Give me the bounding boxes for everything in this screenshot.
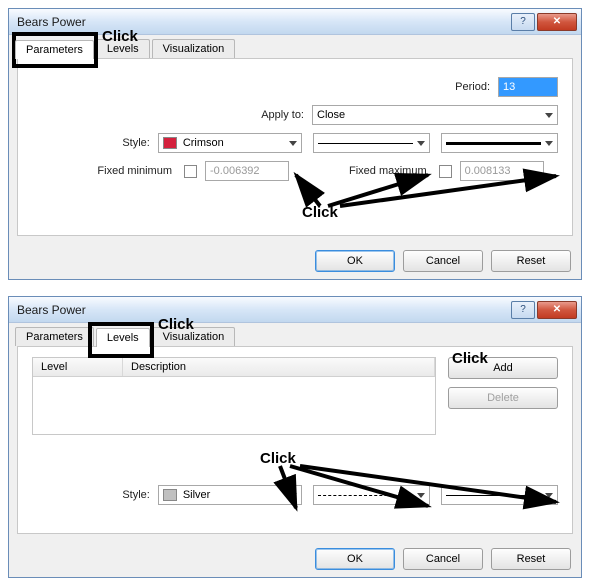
style-weight-combo[interactable] <box>441 485 558 505</box>
fixmin-checkbox[interactable] <box>184 165 197 178</box>
style-color-combo[interactable]: Crimson <box>158 133 302 153</box>
button-row: OK Cancel Reset <box>9 244 581 282</box>
close-button[interactable]: ✕ <box>537 301 577 319</box>
help-button[interactable]: ? <box>511 301 535 319</box>
tab-parameters[interactable]: Parameters <box>15 327 94 346</box>
applyto-label: Apply to: <box>102 109 312 121</box>
style-label: Style: <box>32 137 158 149</box>
crimson-swatch <box>163 137 177 149</box>
col-description[interactable]: Description <box>123 358 435 376</box>
style-color-combo[interactable]: Silver <box>158 485 302 505</box>
dialog-levels: Bears Power ? ✕ Parameters Levels Visual… <box>8 296 582 578</box>
fixmin-label: Fixed minimum <box>32 165 180 177</box>
fixmax-checkbox[interactable] <box>439 165 452 178</box>
style-color-value: Silver <box>183 489 211 501</box>
style-color-value: Crimson <box>183 137 224 149</box>
style-line-combo[interactable] <box>313 485 430 505</box>
tab-visualization[interactable]: Visualization <box>152 327 236 346</box>
button-row: OK Cancel Reset <box>9 542 581 580</box>
line-thin-icon <box>446 495 541 496</box>
line-dash-icon <box>318 495 413 496</box>
window-title: Bears Power <box>17 303 509 317</box>
titlebar[interactable]: Bears Power ? ✕ <box>9 297 581 323</box>
panel-levels: Level Description Add Delete Style: Silv… <box>17 346 573 534</box>
style-weight-combo[interactable] <box>441 133 558 153</box>
dialog-parameters: Bears Power ? ✕ Parameters Levels Visual… <box>8 8 582 280</box>
tab-row: Parameters Levels Visualization <box>9 35 581 58</box>
applyto-combo[interactable]: Close <box>312 105 558 125</box>
period-label: Period: <box>455 81 498 93</box>
close-button[interactable]: ✕ <box>537 13 577 31</box>
reset-button[interactable]: Reset <box>491 250 571 272</box>
cancel-button[interactable]: Cancel <box>403 250 483 272</box>
tab-parameters[interactable]: Parameters <box>15 40 94 59</box>
line-thin-icon <box>318 143 413 144</box>
fixmax-input[interactable]: 0.008133 <box>460 161 544 181</box>
tab-visualization[interactable]: Visualization <box>152 39 236 58</box>
add-button[interactable]: Add <box>448 357 558 379</box>
ok-button[interactable]: OK <box>315 548 395 570</box>
panel-parameters: Period: 13 Apply to: Close Style: Crimso… <box>17 58 573 236</box>
applyto-value: Close <box>317 109 345 121</box>
ok-button[interactable]: OK <box>315 250 395 272</box>
tab-levels[interactable]: Levels <box>96 39 150 58</box>
list-header: Level Description <box>33 358 435 377</box>
col-level[interactable]: Level <box>33 358 123 376</box>
style-line-combo[interactable] <box>313 133 430 153</box>
period-input[interactable]: 13 <box>498 77 558 97</box>
line-thick-icon <box>446 142 541 145</box>
tab-levels[interactable]: Levels <box>96 328 150 347</box>
silver-swatch <box>163 489 177 501</box>
delete-button[interactable]: Delete <box>448 387 558 409</box>
cancel-button[interactable]: Cancel <box>403 548 483 570</box>
tab-row: Parameters Levels Visualization <box>9 323 581 346</box>
fixmin-input[interactable]: -0.006392 <box>205 161 289 181</box>
fixmax-label: Fixed maximum <box>349 165 435 177</box>
titlebar[interactable]: Bears Power ? ✕ <box>9 9 581 35</box>
window-title: Bears Power <box>17 15 509 29</box>
reset-button[interactable]: Reset <box>491 548 571 570</box>
levels-list[interactable]: Level Description <box>32 357 436 435</box>
help-button[interactable]: ? <box>511 13 535 31</box>
style-label: Style: <box>32 489 158 501</box>
